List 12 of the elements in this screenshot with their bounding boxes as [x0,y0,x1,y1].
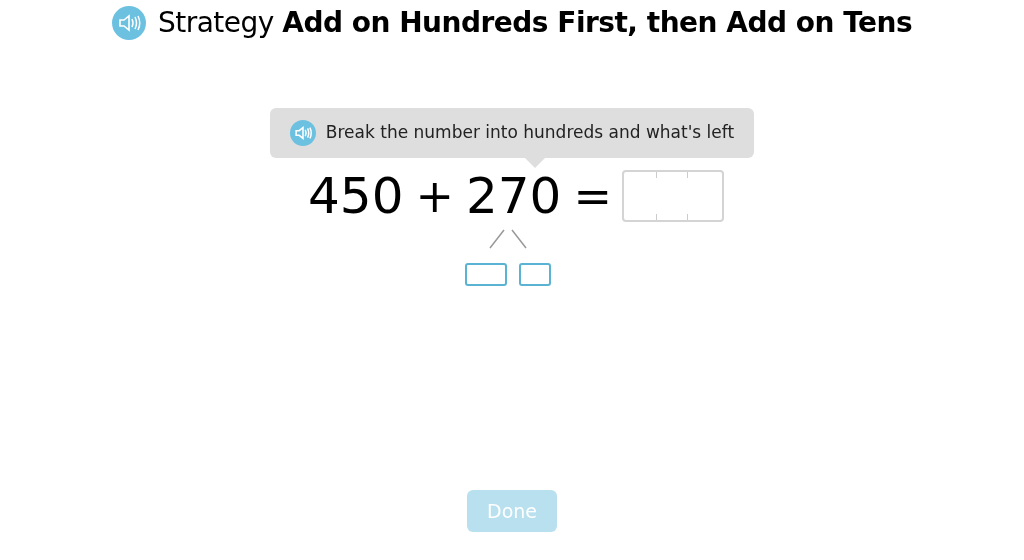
split-lines-icon [489,229,527,249]
remainder-input-box[interactable] [519,263,551,286]
strategy-title: Strategy Add on Hundreds First, then Add on Tens [157,5,913,41]
answer-input-box[interactable] [622,170,724,222]
operator-sign: = [573,173,612,219]
prompt-text: Break the number into hundreds and what's left [325,121,735,145]
number: 450 [308,171,404,221]
speaker-icon[interactable] [111,6,146,40]
operator-sign: + [415,173,454,219]
speaker-icon[interactable] [289,120,316,146]
hundreds-input-box[interactable] [465,263,507,286]
number: 270 [466,167,562,225]
